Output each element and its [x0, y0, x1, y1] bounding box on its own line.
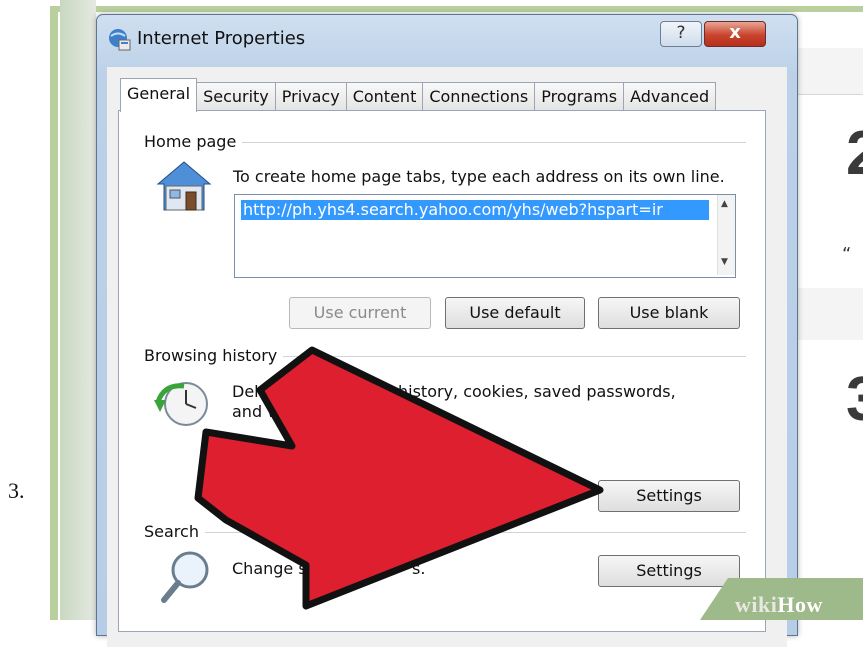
scroll-down-icon[interactable]: ▼ [721, 257, 728, 267]
scroll-up-icon[interactable]: ▲ [721, 199, 728, 209]
tab-programs[interactable]: Programs [534, 82, 625, 111]
watermark-wiki: wiki [735, 592, 778, 617]
search-group-line [146, 532, 746, 533]
home-icon [156, 161, 212, 211]
home-page-group-label: Home page [144, 132, 243, 151]
browsing-history-description-2: and web form [232, 402, 343, 421]
watermark-how: How [777, 592, 823, 617]
browsing-history-description-1b: history, cookies, saved passwords, [398, 382, 676, 401]
tab-strip: General Security Privacy Content Connect… [120, 78, 717, 112]
use-current-button[interactable]: Use current [289, 297, 431, 329]
close-button[interactable]: x [704, 21, 766, 47]
browsing-history-group-label: Browsing history [144, 346, 284, 365]
home-page-url-field[interactable]: http://ph.yhs4.search.yahoo.com/yhs/web?… [234, 194, 736, 278]
search-description: Change s [232, 559, 307, 578]
background-step-number: 3 [846, 364, 863, 435]
magnifier-icon [161, 551, 209, 603]
tab-privacy[interactable]: Privacy [274, 82, 347, 111]
home-page-url-text[interactable]: http://ph.yhs4.search.yahoo.com/yhs/web?… [241, 200, 709, 220]
tab-connections[interactable]: Connections [422, 82, 536, 111]
window-title: Internet Properties [137, 28, 306, 49]
background-step-number: 2 [846, 118, 863, 189]
tab-advanced[interactable]: Advanced [623, 82, 717, 111]
home-page-description: To create home page tabs, type each addr… [233, 167, 725, 186]
tab-content[interactable]: Content [345, 82, 424, 111]
help-button[interactable]: ? [660, 21, 702, 47]
internet-options-icon [109, 29, 131, 51]
url-scrollbar[interactable]: ▲ ▼ [717, 195, 735, 275]
general-tab-panel [118, 110, 766, 632]
use-blank-button[interactable]: Use blank [598, 297, 740, 329]
history-clock-icon [154, 382, 208, 426]
use-default-button[interactable]: Use default [445, 297, 585, 329]
title-bar[interactable]: Internet Properties ? x [97, 15, 797, 61]
background-quote: “ [842, 244, 852, 265]
search-group-label: Search [144, 522, 205, 541]
browsing-history-settings-button[interactable]: Settings [598, 480, 740, 512]
frame-shadow [60, 0, 96, 620]
tab-general[interactable]: General [120, 78, 198, 112]
step-number: 3. [8, 478, 25, 503]
browsing-history-description-1: Delete temp [232, 382, 332, 401]
wikihow-watermark: wikiHow [735, 592, 823, 618]
tab-security[interactable]: Security [196, 82, 276, 111]
search-description-end: s. [412, 559, 426, 578]
